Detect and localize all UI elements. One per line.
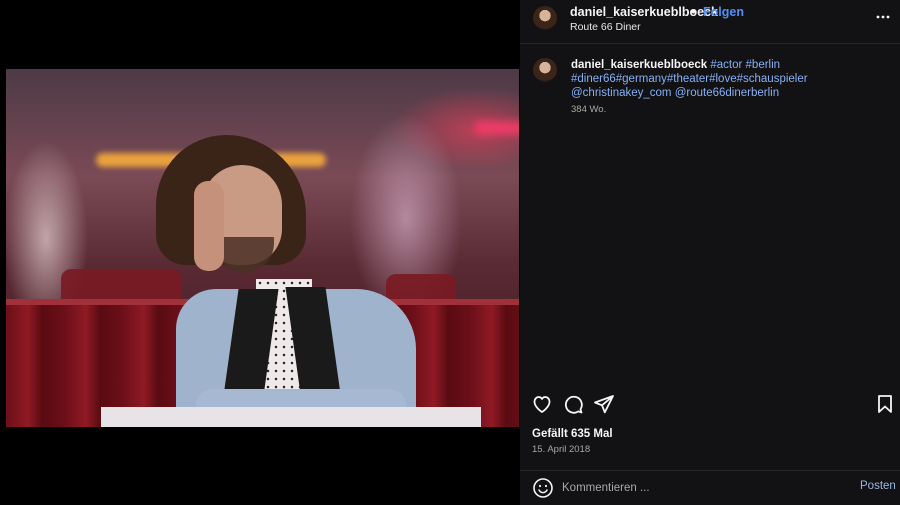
post-side-panel: daniel_kaiserkueblboeck • Folgen Route 6… bbox=[520, 0, 900, 505]
photo-neon-sign bbox=[476, 121, 519, 135]
emoji-icon[interactable] bbox=[532, 477, 554, 499]
post-photo[interactable] bbox=[6, 69, 519, 427]
post-date: 15. April 2018 bbox=[532, 444, 591, 455]
caption-timestamp: 384 Wo. bbox=[571, 104, 607, 115]
hashtag-link[interactable]: #love bbox=[709, 73, 737, 85]
location-link[interactable]: Route 66 Diner bbox=[570, 21, 641, 33]
photo-table bbox=[101, 407, 481, 427]
media-pane bbox=[0, 0, 520, 505]
caption-username[interactable]: daniel_kaiserkueblboeck bbox=[571, 59, 707, 71]
heart-icon[interactable] bbox=[530, 392, 554, 416]
hashtag-link[interactable]: #schauspieler bbox=[737, 73, 808, 85]
hashtag-link[interactable]: #diner66 bbox=[571, 73, 616, 85]
mention-link[interactable]: @christinakey_com bbox=[571, 87, 672, 99]
post-caption: daniel_kaiserkueblboeck #actor #berlin #… bbox=[571, 58, 891, 100]
hashtag-link[interactable]: #actor bbox=[710, 59, 742, 71]
comment-bar: Posten bbox=[520, 470, 900, 505]
header-separator: • bbox=[691, 4, 696, 19]
hashtag-link[interactable]: #theater bbox=[667, 73, 709, 85]
comment-icon[interactable] bbox=[561, 392, 585, 416]
follow-button[interactable]: Folgen bbox=[703, 5, 744, 19]
photo-person bbox=[156, 129, 426, 427]
post-header: daniel_kaiserkueblboeck • Folgen Route 6… bbox=[520, 0, 900, 44]
post-comment-button[interactable]: Posten bbox=[860, 480, 896, 492]
bookmark-icon[interactable] bbox=[873, 392, 897, 416]
action-bar bbox=[520, 392, 900, 418]
avatar[interactable] bbox=[533, 6, 557, 30]
mention-link[interactable]: @route66dinerberlin bbox=[675, 87, 779, 99]
hashtag-link[interactable]: #germany bbox=[616, 73, 667, 85]
likes-count[interactable]: Gefällt 635 Mal bbox=[532, 428, 613, 440]
photo-hand bbox=[194, 181, 224, 271]
caption-avatar[interactable] bbox=[533, 58, 557, 82]
share-icon[interactable] bbox=[592, 392, 616, 416]
hashtag-link[interactable]: #berlin bbox=[746, 59, 781, 71]
more-icon[interactable] bbox=[876, 10, 890, 27]
comment-input[interactable] bbox=[562, 480, 842, 496]
